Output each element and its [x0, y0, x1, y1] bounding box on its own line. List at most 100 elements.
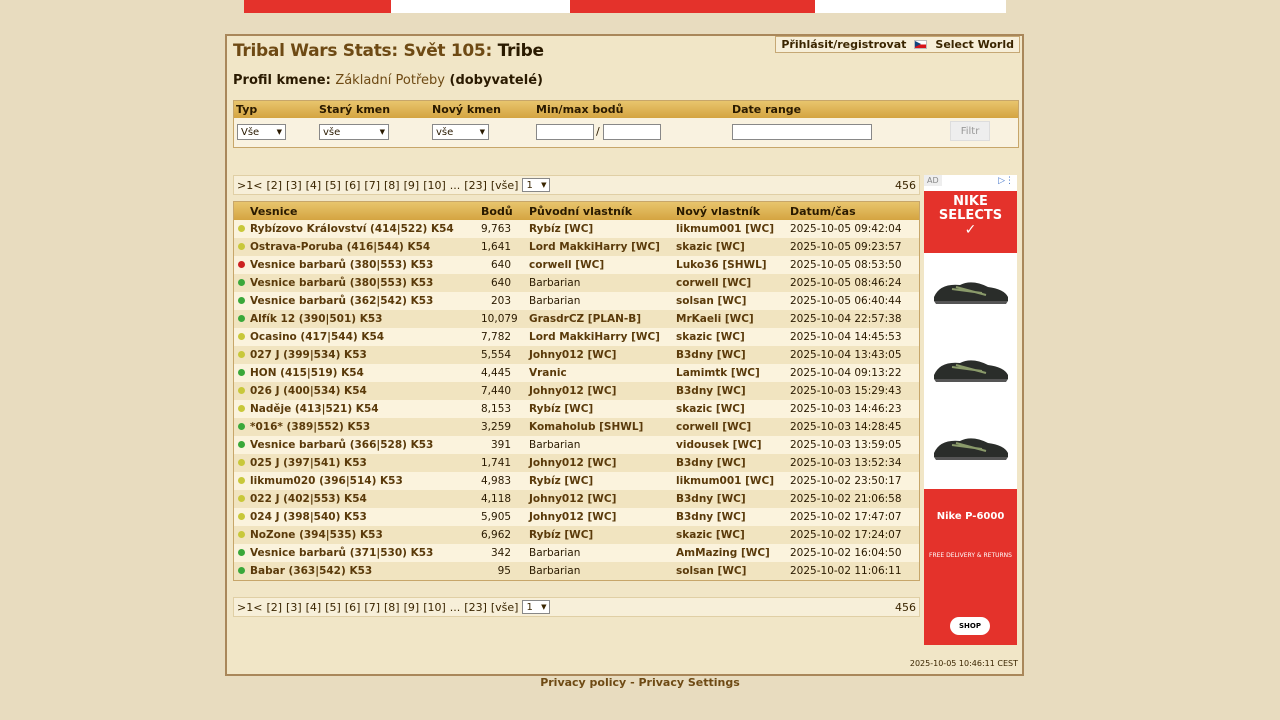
village-link[interactable]: Rybízovo Království (414|522) K54: [250, 223, 454, 235]
pager-link[interactable]: [8]: [384, 601, 400, 614]
village-link[interactable]: 022 J (402|553) K54: [250, 493, 367, 505]
pager-link[interactable]: [4]: [306, 601, 322, 614]
new-owner-link[interactable]: AmMazing [WC]: [676, 547, 770, 559]
old-owner[interactable]: Rybíz [WC]: [529, 403, 593, 415]
privacy-policy-link[interactable]: Privacy policy: [540, 676, 626, 689]
column-header-old-owner[interactable]: Původní vlastník: [529, 205, 632, 218]
village-link[interactable]: likmum020 (396|514) K53: [250, 475, 403, 487]
new-owner-link[interactable]: skazic [WC]: [676, 331, 745, 343]
pager-link[interactable]: [5]: [325, 601, 341, 614]
old-owner[interactable]: Rybíz [WC]: [529, 475, 593, 487]
village-link[interactable]: Vesnice barbarů (362|542) K53: [250, 295, 433, 307]
pager-link[interactable]: [2]: [266, 179, 282, 192]
old-owner[interactable]: GrasdrCZ [PLAN-B]: [529, 313, 641, 325]
pager-link[interactable]: [23]: [464, 179, 487, 192]
village-link[interactable]: 024 J (398|540) K53: [250, 511, 367, 523]
old-owner[interactable]: Lord MakkiHarry [WC]: [529, 241, 660, 253]
new-owner-link[interactable]: B3dny [WC]: [676, 457, 746, 469]
new-owner-link[interactable]: B3dny [WC]: [676, 493, 746, 505]
village-link[interactable]: 025 J (397|541) K53: [250, 457, 367, 469]
czech-flag-icon[interactable]: [914, 40, 928, 49]
new-owner-link[interactable]: likmum001 [WC]: [676, 475, 774, 487]
new-owner-link[interactable]: vidousek [WC]: [676, 439, 762, 451]
new-owner-link[interactable]: skazic [WC]: [676, 241, 745, 253]
village-link[interactable]: Vesnice barbarů (380|553) K53: [250, 277, 433, 289]
village-link[interactable]: HON (415|519) K54: [250, 367, 364, 379]
pager-link[interactable]: [7]: [364, 601, 380, 614]
max-points-input[interactable]: [603, 124, 661, 140]
old-owner[interactable]: Komaholub [SHWL]: [529, 421, 643, 433]
new-owner-link[interactable]: Lamimtk [WC]: [676, 367, 760, 379]
village-link[interactable]: Ocasino (417|544) K54: [250, 331, 384, 343]
page-select[interactable]: 1 ▼: [522, 600, 551, 614]
pager-link[interactable]: [6]: [345, 601, 361, 614]
pager-link[interactable]: [10]: [423, 601, 446, 614]
pager-link[interactable]: [23]: [464, 601, 487, 614]
old-owner[interactable]: Lord MakkiHarry [WC]: [529, 331, 660, 343]
pager-link[interactable]: [3]: [286, 179, 302, 192]
filter-button[interactable]: Filtr: [950, 121, 990, 141]
pager-link[interactable]: [5]: [325, 179, 341, 192]
new-owner-link[interactable]: solsan [WC]: [676, 295, 746, 307]
column-header-date[interactable]: Datum/čas: [790, 205, 856, 218]
new-owner-link[interactable]: B3dny [WC]: [676, 349, 746, 361]
pager-link[interactable]: [10]: [423, 179, 446, 192]
village-link[interactable]: Ostrava-Poruba (416|544) K54: [250, 241, 430, 253]
village-link[interactable]: Alfík 12 (390|501) K53: [250, 313, 382, 325]
new-owner-link[interactable]: skazic [WC]: [676, 403, 745, 415]
new-owner-link[interactable]: skazic [WC]: [676, 529, 745, 541]
pager-link[interactable]: [8]: [384, 179, 400, 192]
pager-link[interactable]: [3]: [286, 601, 302, 614]
village-link[interactable]: Babar (363|542) K53: [250, 565, 372, 577]
old-owner[interactable]: Johny012 [WC]: [529, 349, 616, 361]
pager-link[interactable]: [9]: [404, 601, 420, 614]
old-owner[interactable]: Rybíz [WC]: [529, 223, 593, 235]
pager-link-all[interactable]: [vše]: [491, 179, 519, 192]
village-link[interactable]: NoZone (394|535) K53: [250, 529, 383, 541]
old-owner[interactable]: Johny012 [WC]: [529, 457, 616, 469]
select-world-link[interactable]: Select World: [935, 38, 1014, 51]
old-owner[interactable]: Vranic: [529, 367, 567, 379]
village-link[interactable]: Naděje (413|521) K54: [250, 403, 379, 415]
old-owner[interactable]: Johny012 [WC]: [529, 385, 616, 397]
new-owner-link[interactable]: B3dny [WC]: [676, 511, 746, 523]
advertisement[interactable]: AD ▷⋮ NIKE SELECTS ✓ Nike P-6000 FREE DE…: [924, 175, 1017, 645]
village-link[interactable]: 027 J (399|534) K53: [250, 349, 367, 361]
village-link[interactable]: 026 J (400|534) K54: [250, 385, 367, 397]
pager-link[interactable]: [9]: [404, 179, 420, 192]
new-owner-link[interactable]: corwell [WC]: [676, 277, 751, 289]
column-header-new-owner[interactable]: Nový vlastník: [676, 205, 760, 218]
date-range-input[interactable]: [732, 124, 872, 140]
old-owner[interactable]: Rybíz [WC]: [529, 529, 593, 541]
old-tribe-select[interactable]: vše ▼: [319, 124, 389, 140]
old-owner[interactable]: Johny012 [WC]: [529, 511, 616, 523]
pager-link[interactable]: [2]: [266, 601, 282, 614]
new-owner-link[interactable]: corwell [WC]: [676, 421, 751, 433]
village-link[interactable]: Vesnice barbarů (380|553) K53: [250, 259, 433, 271]
pager-link[interactable]: [6]: [345, 179, 361, 192]
ad-shop-button[interactable]: SHOP: [950, 617, 990, 635]
new-tribe-select[interactable]: vše ▼: [432, 124, 489, 140]
pager-link-all[interactable]: [vše]: [491, 601, 519, 614]
page-select[interactable]: 1 ▼: [522, 178, 551, 192]
old-owner[interactable]: corwell [WC]: [529, 259, 604, 271]
column-header-village[interactable]: Vesnice: [250, 205, 298, 218]
tribe-name-link[interactable]: Základní Potřeby: [335, 73, 445, 88]
village-link[interactable]: Vesnice barbarů (366|528) K53: [250, 439, 433, 451]
ad-choices-icon[interactable]: ▷⋮: [998, 176, 1014, 186]
new-owner-link[interactable]: solsan [WC]: [676, 565, 746, 577]
new-owner-link[interactable]: Luko36 [SHWL]: [676, 259, 767, 271]
new-owner-link[interactable]: B3dny [WC]: [676, 385, 746, 397]
login-link[interactable]: Přihlásit/registrovat: [781, 38, 906, 51]
new-owner-link[interactable]: MrKaeli [WC]: [676, 313, 754, 325]
type-select[interactable]: Vše ▼: [237, 124, 286, 140]
pager-link[interactable]: [7]: [364, 179, 380, 192]
privacy-settings-link[interactable]: Privacy Settings: [639, 676, 740, 689]
column-header-points[interactable]: Bodů: [481, 205, 513, 218]
village-link[interactable]: *016* (389|552) K53: [250, 421, 370, 433]
min-points-input[interactable]: [536, 124, 594, 140]
new-owner-link[interactable]: likmum001 [WC]: [676, 223, 774, 235]
village-link[interactable]: Vesnice barbarů (371|530) K53: [250, 547, 433, 559]
top-banner[interactable]: [244, 0, 1006, 13]
old-owner[interactable]: Johny012 [WC]: [529, 493, 616, 505]
